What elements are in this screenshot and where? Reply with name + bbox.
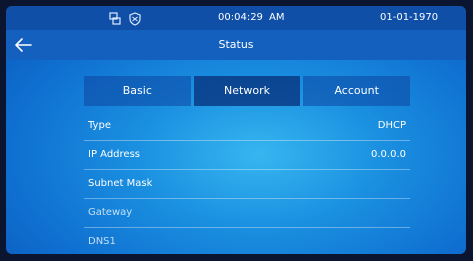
title-bar: Status bbox=[6, 30, 466, 60]
row-dns1: DNS1 bbox=[84, 228, 410, 254]
status-ampm: AM bbox=[269, 12, 285, 23]
row-ip-address: IP Address 0.0.0.0 bbox=[84, 141, 410, 170]
row-subnet-mask: Subnet Mask bbox=[84, 170, 410, 199]
row-label: IP Address bbox=[88, 149, 140, 160]
page-title: Status bbox=[218, 38, 254, 51]
network-info-list: Type DHCP IP Address 0.0.0.0 Subnet Mask… bbox=[84, 112, 410, 254]
status-bar: 00:04:29 AM 01-01-1970 bbox=[6, 6, 466, 30]
row-value: DHCP bbox=[377, 120, 406, 131]
tab-account[interactable]: Account bbox=[303, 76, 411, 106]
status-time: 00:04:29 bbox=[218, 12, 263, 23]
status-date: 01-01-1970 bbox=[380, 12, 439, 23]
tab-bar: Basic Network Account bbox=[84, 76, 411, 106]
device-bezel: 00:04:29 AM 01-01-1970 Status Basic Netw… bbox=[0, 0, 473, 261]
row-label: DNS1 bbox=[88, 236, 116, 247]
tab-basic[interactable]: Basic bbox=[84, 76, 191, 106]
row-value: 0.0.0.0 bbox=[371, 149, 406, 160]
network-icon bbox=[108, 11, 122, 25]
device-screen: 00:04:29 AM 01-01-1970 Status Basic Netw… bbox=[6, 6, 466, 254]
row-label: Gateway bbox=[88, 207, 133, 218]
tab-network[interactable]: Network bbox=[193, 76, 301, 106]
row-label: Type bbox=[88, 120, 111, 131]
row-label: Subnet Mask bbox=[88, 178, 153, 189]
row-type: Type DHCP bbox=[84, 112, 410, 141]
row-gateway: Gateway bbox=[84, 199, 410, 228]
shield-icon bbox=[128, 11, 142, 26]
